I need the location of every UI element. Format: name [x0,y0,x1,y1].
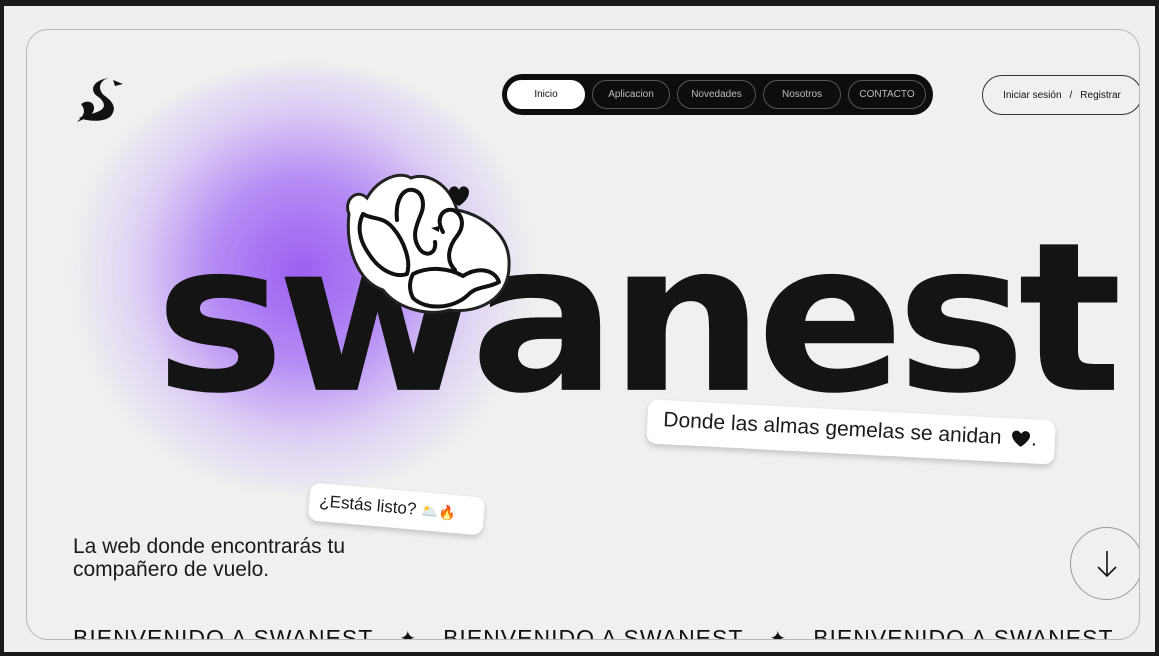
swan-logo-icon[interactable] [73,74,129,126]
tab-aplicacion[interactable]: Aplicacion [592,80,670,109]
auth-pill: Iniciar sesión / Registrar [982,75,1139,115]
star-icon: ✦ [769,627,788,640]
main-nav: Inicio Aplicacion Novedades Nosotros CON… [502,74,933,115]
ready-text: ¿Estás listo? [318,491,418,519]
marquee-text: BIENVENIDO A SWANEST [443,624,744,640]
marquee-text: BIENVENIDO A SWANEST [73,624,374,640]
ready-sticker: ¿Estás listo? 🌥️🔥 [307,482,486,536]
page-frame: Inicio Aplicacion Novedades Nosotros CON… [4,6,1155,652]
star-icon: ✦ [399,627,418,640]
intro-text: La web donde encontrarás tu compañero de… [73,535,346,581]
login-link[interactable]: Iniciar sesión [1003,90,1061,101]
tab-novedades[interactable]: Novedades [677,80,756,109]
auth-separator: / [1069,89,1073,101]
heart-icon [1012,431,1031,448]
tab-contacto[interactable]: CONTACTO [848,80,926,109]
swans-heart-sticker-icon [346,173,511,314]
tagline-text: Donde las almas gemelas se anidan [662,408,1003,449]
arrow-down-icon [1096,550,1117,577]
hero-card: Inicio Aplicacion Novedades Nosotros CON… [26,29,1140,640]
scroll-down-button[interactable] [1070,527,1139,600]
brand-wordmark: swanest [155,198,1122,440]
tagline-end: . [1030,427,1038,451]
ready-emoji: 🌥️🔥 [420,502,457,522]
register-link[interactable]: Registrar [1080,90,1121,101]
welcome-marquee: BIENVENIDO A SWANEST ✦ BIENVENIDO A SWAN… [73,622,1139,640]
tab-inicio[interactable]: Inicio [507,80,585,109]
tab-nosotros[interactable]: Nosotros [763,80,841,109]
marquee-text: BIENVENIDO A SWANEST [813,624,1114,640]
